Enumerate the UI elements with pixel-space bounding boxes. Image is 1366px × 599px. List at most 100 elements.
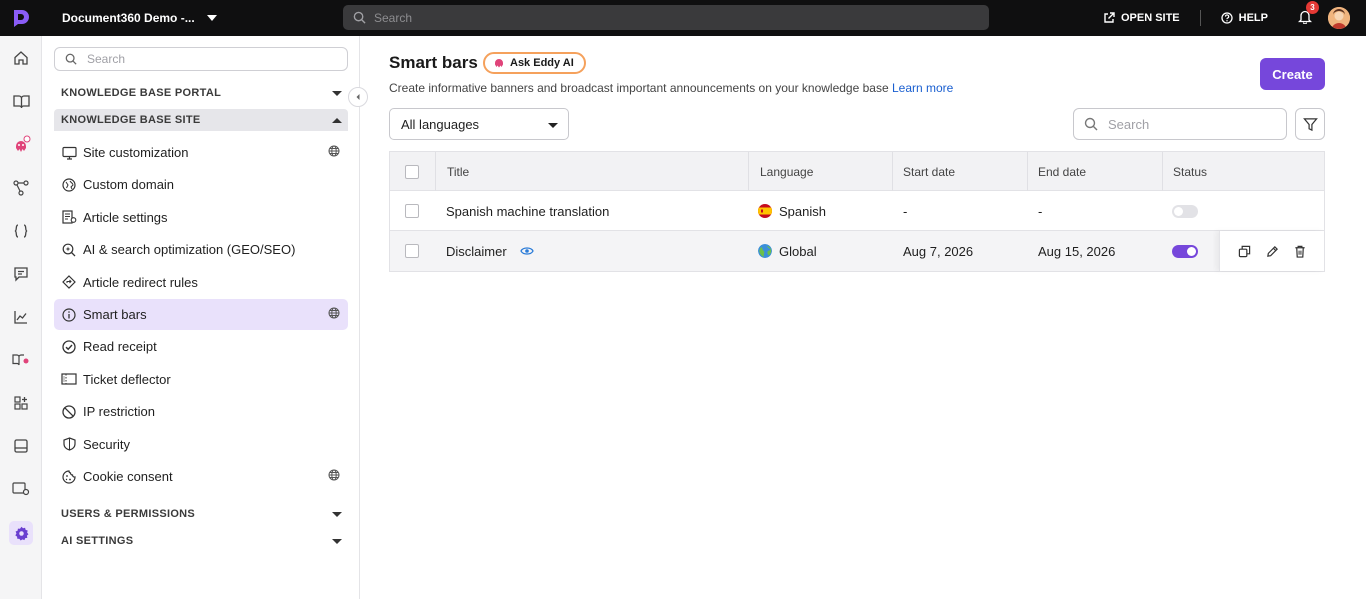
sidebar-item-read-receipt[interactable]: Read receipt	[54, 331, 348, 362]
table-row[interactable]: Spanish machine translation Spanish - -	[390, 191, 1324, 231]
sidebar-item-article-redirect-rules[interactable]: Article redirect rules	[54, 267, 348, 298]
knowledge-base-assistant-icon[interactable]	[9, 348, 33, 372]
sidebar-search[interactable]	[54, 47, 348, 71]
help-link[interactable]: HELP	[1221, 12, 1268, 24]
globe-icon	[328, 145, 340, 160]
notifications-button[interactable]: 3	[1297, 1, 1319, 27]
widgets-icon[interactable]	[9, 434, 33, 458]
notification-badge: 3	[1306, 1, 1319, 14]
column-divider	[892, 152, 893, 191]
chevron-down-icon	[332, 538, 342, 544]
sidebar-item-smart-bars[interactable]: Smart bars	[54, 299, 348, 330]
sidebar-item-ai-search-optimization-geo-seo[interactable]: AI & search optimization (GEO/SEO)	[54, 234, 348, 265]
sidebar-item-ticket-deflector[interactable]: Ticket deflector	[54, 364, 348, 395]
search-icon	[65, 53, 77, 65]
row-checkbox[interactable]	[405, 244, 419, 258]
global-search[interactable]	[343, 5, 989, 30]
sidebar-item-cookie-consent[interactable]: Cookie consent	[54, 461, 348, 492]
search-icon	[1084, 117, 1098, 131]
table-search-input[interactable]	[1108, 116, 1278, 132]
eye-icon[interactable]	[519, 246, 534, 256]
api-braces-icon[interactable]	[9, 219, 33, 243]
filter-icon	[1302, 117, 1318, 131]
delete-trash-icon[interactable]	[1291, 242, 1309, 260]
divider	[1199, 10, 1201, 26]
integrations-icon[interactable]	[9, 391, 33, 415]
column-start-date[interactable]: Start date	[903, 152, 955, 191]
sidebar-item-label: Article settings	[83, 209, 168, 225]
table-search[interactable]	[1073, 108, 1287, 140]
row-language: Spanish	[758, 191, 826, 231]
home-icon[interactable]	[9, 46, 33, 70]
globe-icon	[758, 244, 772, 258]
domain-icon	[61, 177, 77, 193]
column-language[interactable]: Language	[760, 152, 813, 191]
sidebar-item-custom-domain[interactable]: Custom domain	[54, 169, 348, 200]
filter-button[interactable]	[1295, 108, 1325, 140]
sidebar-item-ip-restriction[interactable]: IP restriction	[54, 396, 348, 427]
sidebar-item-label: IP restriction	[83, 404, 156, 420]
learn-more-link[interactable]: Learn more	[892, 81, 953, 95]
sidebar-search-input[interactable]	[87, 52, 337, 66]
create-button[interactable]: Create	[1260, 58, 1325, 90]
documentation-icon[interactable]	[9, 89, 33, 113]
sidebar-item-site-customization[interactable]: Site customization	[54, 137, 348, 168]
row-title[interactable]: Disclaimer	[446, 231, 534, 271]
status-toggle[interactable]	[1172, 204, 1198, 218]
redirect-icon	[61, 274, 77, 290]
row-title[interactable]: Spanish machine translation	[446, 191, 609, 231]
select-all-checkbox[interactable]	[405, 164, 419, 179]
analytics-icon[interactable]	[9, 305, 33, 329]
page-title: Smart bars	[389, 53, 478, 72]
globe-icon	[328, 307, 340, 322]
project-switcher[interactable]: Document360 Demo -...	[62, 11, 332, 25]
chevron-down-icon	[548, 123, 558, 128]
table-header: Title Language Start date End date Statu…	[390, 152, 1324, 191]
table-row[interactable]: Disclaimer Global Aug 7, 2026 Aug 15, 20…	[390, 231, 1324, 271]
status-toggle[interactable]	[1172, 244, 1198, 258]
row-checkbox[interactable]	[405, 204, 419, 218]
eddy-ai-icon[interactable]	[9, 133, 33, 157]
edit-pencil-icon[interactable]	[1263, 242, 1281, 260]
row-start-date: -	[903, 203, 908, 219]
sidebar-item-label: Security	[83, 436, 130, 452]
section-users-permissions[interactable]: USERS & PERMISSIONS	[54, 503, 348, 525]
chevron-down-icon	[332, 511, 342, 517]
check-circle-icon	[61, 339, 77, 355]
language-filter-dropdown[interactable]: All languages	[389, 108, 569, 140]
column-end-date[interactable]: End date	[1038, 152, 1086, 191]
column-title[interactable]: Title	[447, 152, 469, 191]
section-knowledge-base-portal[interactable]: KNOWLEDGE BASE PORTAL	[54, 82, 348, 104]
global-search-input[interactable]	[374, 10, 954, 25]
sidebar-item-label: AI & search optimization (GEO/SEO)	[83, 242, 296, 258]
spain-flag-icon	[758, 204, 772, 218]
sidebar-item-label: Read receipt	[83, 339, 157, 355]
column-divider	[748, 152, 749, 191]
row-checkbox-cell	[405, 191, 419, 231]
sidebar-item-label: Custom domain	[83, 177, 175, 193]
chevron-down-icon	[206, 15, 217, 21]
user-avatar[interactable]	[1328, 7, 1350, 29]
document360-logo-icon[interactable]	[0, 0, 42, 36]
row-end-date: Aug 15, 2026	[1038, 243, 1116, 259]
section-ai-settings[interactable]: AI SETTINGS	[54, 530, 348, 552]
column-divider	[1027, 152, 1028, 191]
duplicate-icon[interactable]	[1235, 242, 1253, 260]
row-checkbox-cell	[405, 231, 419, 271]
sidebar-item-label: Article redirect rules	[83, 274, 198, 290]
chevron-down-icon	[332, 90, 342, 96]
workflow-icon[interactable]	[9, 176, 33, 200]
open-site-link[interactable]: OPEN SITE	[1103, 12, 1180, 24]
feedback-icon[interactable]	[9, 262, 33, 286]
sidebar-item-security[interactable]: Security	[54, 429, 348, 460]
section-knowledge-base-site[interactable]: KNOWLEDGE BASE SITE	[54, 109, 348, 131]
settings-sidebar: KNOWLEDGE BASE PORTAL KNOWLEDGE BASE SIT…	[42, 36, 360, 599]
sidebar-item-article-settings[interactable]: Article settings	[54, 202, 348, 233]
ask-eddy-ai-button[interactable]: Ask Eddy AI	[483, 52, 586, 74]
column-status[interactable]: Status	[1173, 152, 1207, 191]
sidebar-item-label: Site customization	[83, 145, 189, 160]
collapse-sidebar-button[interactable]	[348, 87, 368, 107]
portal-settings-icon[interactable]	[9, 477, 33, 501]
settings-gear-icon[interactable]	[9, 521, 33, 545]
info-icon	[61, 307, 77, 323]
